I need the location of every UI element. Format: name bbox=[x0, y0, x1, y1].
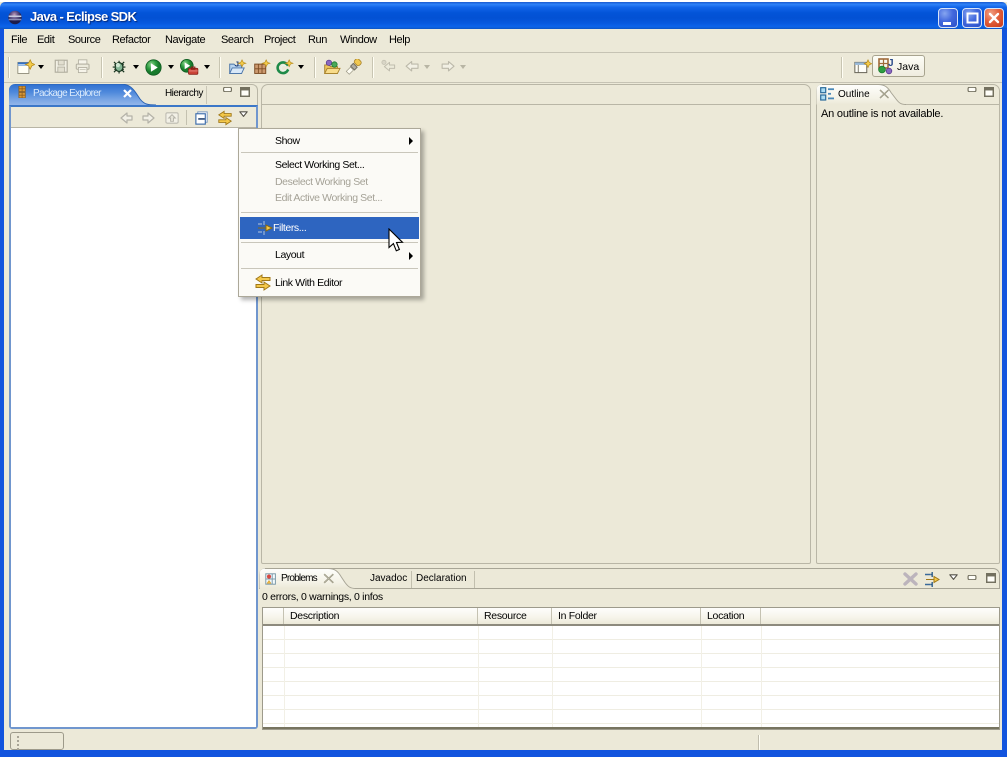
svg-text:J: J bbox=[888, 58, 894, 69]
svg-text:J: J bbox=[235, 60, 239, 69]
